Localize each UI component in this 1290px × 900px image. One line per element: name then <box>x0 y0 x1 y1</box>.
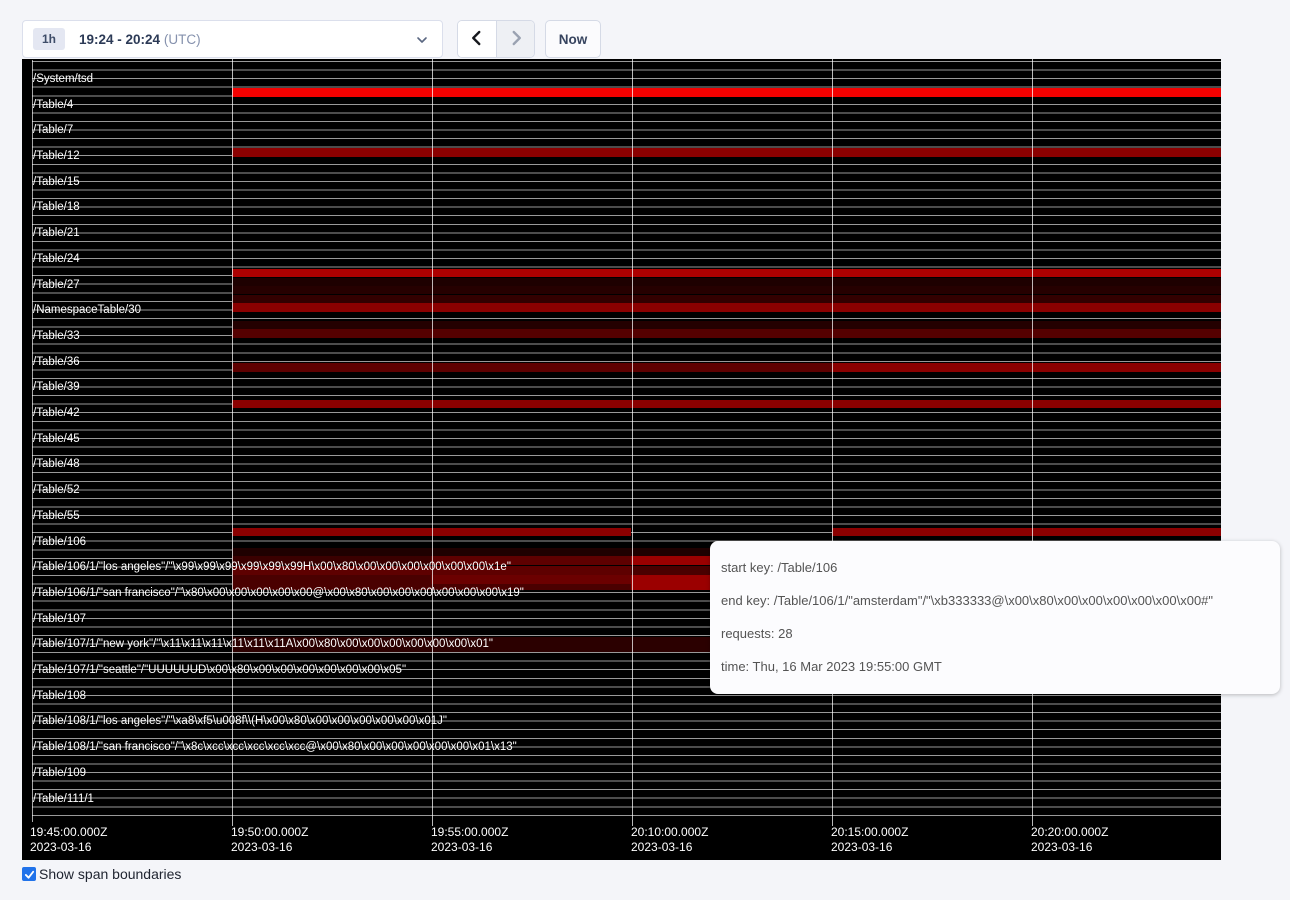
time-gridline <box>432 59 434 826</box>
row-label: /Table/107/1/"seattle"/"UUUUUUD\x00\x80\… <box>33 664 406 677</box>
row-label: /Table/42 <box>33 407 80 420</box>
time-range-select[interactable]: 1h 19:24 - 20:24 (UTC) <box>22 20 443 58</box>
axis-tick: 20:10:00.000Z2023-03-16 <box>631 825 708 855</box>
axis-tick-time: 20:20:00.000Z <box>1031 825 1108 840</box>
tooltip-line: start key: /Table/106 <box>721 551 1280 584</box>
heat-band[interactable] <box>232 286 1222 294</box>
tooltip-line: requests: 28 <box>721 617 1280 650</box>
heat-band[interactable] <box>232 295 1222 303</box>
chevron-left-icon <box>468 29 486 50</box>
axis-tick: 19:50:00.000Z2023-03-16 <box>231 825 308 855</box>
time-gridline <box>1032 59 1034 826</box>
next-range-button[interactable] <box>496 21 534 57</box>
axis-tick-time: 20:10:00.000Z <box>631 825 708 840</box>
row-label: /Table/39 <box>33 381 80 394</box>
row-label: /Table/106/1/"san francisco"/"\x80\x00\x… <box>33 587 524 600</box>
axis-tick-time: 19:50:00.000Z <box>231 825 308 840</box>
toolbar: 1h 19:24 - 20:24 (UTC) Now <box>0 0 1290 59</box>
heat-band[interactable] <box>232 329 1222 338</box>
heat-band[interactable] <box>232 269 1222 278</box>
row-label: /Table/36 <box>33 356 80 369</box>
row-label: /Table/107 <box>33 613 86 626</box>
row-label: /Table/21 <box>33 227 80 240</box>
row-label: /Table/45 <box>33 433 80 446</box>
row-label: /Table/27 <box>33 279 80 292</box>
axis-tick-time: 19:55:00.000Z <box>431 825 508 840</box>
range-timezone: (UTC) <box>164 32 201 47</box>
row-label: /Table/108/1/"san francisco"/"\x8c\xcc\x… <box>33 741 517 754</box>
axis-tick: 20:20:00.000Z2023-03-16 <box>1031 825 1108 855</box>
heat-band[interactable] <box>232 400 1222 409</box>
row-label: /Table/55 <box>33 510 80 523</box>
tooltip-line: time: Thu, 16 Mar 2023 19:55:00 GMT <box>721 650 1280 683</box>
tooltip-line: end key: /Table/106/1/"amsterdam"/"\xb33… <box>721 584 1280 617</box>
axis-tick-date: 2023-03-16 <box>431 840 508 855</box>
axis-tick: 19:45:00.000Z2023-03-16 <box>30 825 107 855</box>
span-tooltip: start key: /Table/106end key: /Table/106… <box>710 541 1280 694</box>
row-label: /Table/111/1 <box>33 793 94 806</box>
axis-tick-date: 2023-03-16 <box>631 840 708 855</box>
row-label: /Table/52 <box>33 484 80 497</box>
row-label: /Table/18 <box>33 201 80 214</box>
axis-tick-date: 2023-03-16 <box>30 840 107 855</box>
row-label: /Table/24 <box>33 253 80 266</box>
heat-band[interactable] <box>232 278 1222 286</box>
range-duration-badge: 1h <box>33 28 65 50</box>
footer: Show span boundaries <box>22 866 181 882</box>
row-label: /Table/107/1/"new york"/"\x11\x11\x11\x1… <box>33 638 493 651</box>
range-nav-group <box>457 20 535 58</box>
prev-range-button[interactable] <box>458 21 496 57</box>
now-button[interactable]: Now <box>545 20 601 58</box>
show-span-boundaries-label[interactable]: Show span boundaries <box>39 866 181 882</box>
chevron-right-icon <box>507 29 525 50</box>
range-value: 19:24 - 20:24 <box>79 32 160 47</box>
axis-tick-date: 2023-03-16 <box>231 840 308 855</box>
row-label: /Table/12 <box>33 150 80 163</box>
time-gridline <box>632 59 634 826</box>
row-label: /Table/106 <box>33 536 86 549</box>
row-label: /Table/7 <box>33 124 73 137</box>
axis-tick-date: 2023-03-16 <box>831 840 908 855</box>
row-label: /Table/108/1/"los angeles"/"\xa8\xf5\u00… <box>33 715 447 728</box>
span-boundaries-layer <box>32 61 1221 823</box>
range-text: 19:24 - 20:24 (UTC) <box>79 32 201 47</box>
axis-tick: 20:15:00.000Z2023-03-16 <box>831 825 908 855</box>
row-label: /Table/4 <box>33 99 73 112</box>
axis-tick: 19:55:00.000Z2023-03-16 <box>431 825 508 855</box>
row-label: /Table/48 <box>33 458 80 471</box>
row-label: /System/tsd <box>33 73 93 86</box>
heat-band[interactable] <box>232 575 431 584</box>
row-label: /Table/109 <box>33 767 86 780</box>
row-label: /Table/108 <box>33 690 86 703</box>
axis-tick-time: 20:15:00.000Z <box>831 825 908 840</box>
chevron-down-icon <box>414 32 430 48</box>
checkmark-icon <box>24 869 35 880</box>
heat-band[interactable] <box>232 363 832 372</box>
heat-band[interactable] <box>232 321 1222 329</box>
show-span-boundaries-checkbox[interactable] <box>22 867 36 881</box>
row-label: /Table/15 <box>33 176 80 189</box>
heat-band[interactable] <box>431 575 631 584</box>
axis-tick-date: 2023-03-16 <box>1031 840 1108 855</box>
heat-band[interactable] <box>232 88 1222 97</box>
heat-band[interactable] <box>232 303 1222 312</box>
row-label: /Table/106/1/"los angeles"/"\x99\x99\x99… <box>33 561 511 574</box>
axis-tick-time: 19:45:00.000Z <box>30 825 107 840</box>
heat-band[interactable] <box>832 528 1222 537</box>
heat-band[interactable] <box>232 148 1222 157</box>
time-gridline <box>232 59 234 826</box>
key-visualizer-canvas[interactable]: /System/tsd/Table/4/Table/7/Table/12/Tab… <box>22 59 1221 860</box>
time-gridline <box>832 59 834 826</box>
row-label: /NamespaceTable/30 <box>33 304 141 317</box>
row-label: /Table/33 <box>33 330 80 343</box>
heat-band[interactable] <box>832 363 1222 372</box>
